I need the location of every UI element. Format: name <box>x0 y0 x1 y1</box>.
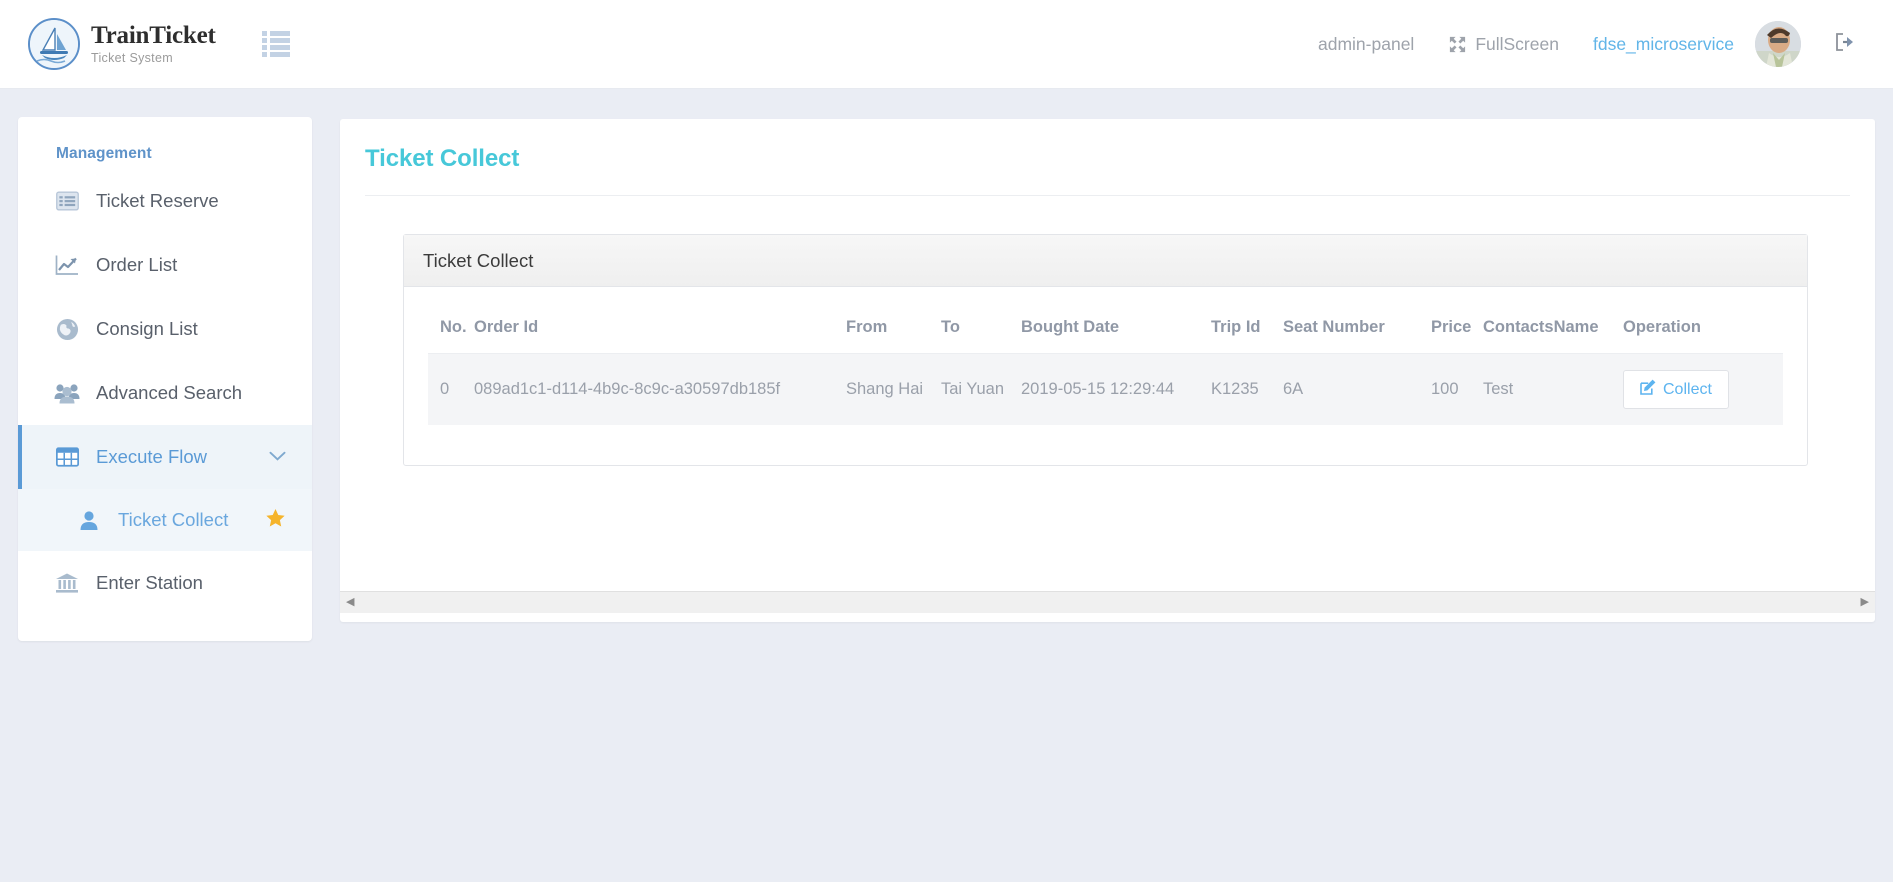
sidebar-item-ticket-reserve[interactable]: Ticket Reserve <box>18 169 312 233</box>
username-label: fdse_microservice <box>1592 33 1734 54</box>
logout-button[interactable] <box>1811 31 1867 58</box>
fullscreen-button[interactable]: FullScreen <box>1431 34 1576 55</box>
column-header-seat-number: Seat Number <box>1283 318 1385 336</box>
sidebar-item-label: Execute Flow <box>96 446 208 467</box>
cell-contacts-name: Test <box>1483 353 1623 425</box>
chevron-down-icon[interactable] <box>269 450 286 465</box>
cell-from: Shang Hai <box>846 353 941 425</box>
column-header-to: To <box>941 318 960 336</box>
cell-operation: Collect <box>1623 353 1783 425</box>
bank-icon <box>52 570 82 596</box>
sidebar-item-advanced-search[interactable]: Advanced Search <box>18 361 312 425</box>
sidebar-item-ticket-collect[interactable]: Ticket Collect <box>18 489 312 551</box>
column-header-price: Price <box>1431 318 1472 336</box>
column-header-order-id: Order Id <box>474 318 539 336</box>
scroll-left-arrow-icon[interactable]: ◀ <box>346 597 354 608</box>
page-title: Ticket Collect <box>365 145 520 172</box>
brand-text: TrainTicket Ticket System <box>91 23 216 65</box>
sidebar-item-order-list[interactable]: Order List <box>18 233 312 297</box>
panel-header: Ticket Collect <box>404 235 1807 287</box>
admin-panel-link[interactable]: admin-panel <box>1301 34 1431 55</box>
expand-arrows-icon <box>1448 35 1467 54</box>
sidebar-item-enter-station[interactable]: Enter Station <box>18 551 312 615</box>
cell-bought-date: 2019-05-15 12:29:44 <box>1021 353 1211 425</box>
column-header-from: From <box>846 318 888 336</box>
column-header-operation: Operation <box>1623 318 1701 336</box>
top-header-bar: TrainTicket Ticket System admin-panel Fu… <box>0 0 1893 89</box>
users-icon <box>52 380 82 406</box>
sign-out-icon <box>1833 31 1855 58</box>
globe-icon <box>52 316 82 342</box>
sidebar-item-label: Enter Station <box>96 572 203 593</box>
sidebar-section-title: Management <box>56 145 152 162</box>
cell-no: 0 <box>428 353 474 425</box>
cell-order-id: 089ad1c1-d114-4b9c-8c9c-a30597db185f <box>474 353 846 425</box>
scroll-right-arrow-icon[interactable]: ▶ <box>1861 597 1869 608</box>
panel-body: No. Order Id From To Bought Date Trip Id… <box>404 287 1807 465</box>
table-row[interactable]: 0 089ad1c1-d114-4b9c-8c9c-a30597db185f S… <box>428 353 1783 425</box>
collect-button-label: Collect <box>1663 380 1712 398</box>
fullscreen-label: FullScreen <box>1475 33 1559 54</box>
sidebar-item-consign-list[interactable]: Consign List <box>18 297 312 361</box>
ticket-collect-table: No. Order Id From To Bought Date Trip Id… <box>428 308 1783 425</box>
sidebar-item-label: Order List <box>96 254 178 275</box>
list-alt-icon <box>52 188 82 214</box>
brand-subtitle: Ticket System <box>91 51 173 66</box>
username-link[interactable]: fdse_microservice <box>1576 34 1751 55</box>
sidebar-item-label: Consign List <box>96 318 198 339</box>
panel-title: Ticket Collect <box>423 249 534 271</box>
cell-seat-number: 6A <box>1283 353 1431 425</box>
list-menu-icon[interactable] <box>261 31 290 57</box>
avatar[interactable] <box>1755 21 1801 67</box>
cell-trip-id: K1235 <box>1211 353 1283 425</box>
column-header-contacts-name: ContactsName <box>1483 318 1599 336</box>
collect-button[interactable]: Collect <box>1623 370 1729 409</box>
sidebar: Management Ticket Reserve Order List Con… <box>18 117 312 641</box>
cell-to: Tai Yuan <box>941 353 1021 425</box>
sidebar-item-label: Ticket Reserve <box>96 190 219 211</box>
column-header-bought-date: Bought Date <box>1021 318 1120 336</box>
user-icon <box>74 507 104 533</box>
cell-price: 100 <box>1431 353 1483 425</box>
header-nav: admin-panel FullScreen fdse_microservice <box>1301 21 1867 67</box>
line-chart-icon <box>52 252 82 278</box>
column-header-no: No. <box>440 318 467 336</box>
sidebar-item-label: Ticket Collect <box>118 509 229 530</box>
column-header-trip-id: Trip Id <box>1211 318 1261 336</box>
horizontal-scrollbar[interactable]: ◀ ▶ <box>340 591 1875 613</box>
main-content-card: Ticket Collect Ticket Collect No. Order … <box>340 119 1875 622</box>
brand-title: TrainTicket <box>91 22 216 50</box>
sailboat-icon <box>28 18 80 70</box>
brand-logo-area[interactable]: TrainTicket Ticket System <box>28 18 216 70</box>
table-grid-icon <box>52 444 82 470</box>
edit-square-icon <box>1640 379 1656 400</box>
sidebar-item-execute-flow[interactable]: Execute Flow <box>18 425 312 489</box>
sidebar-item-label: Advanced Search <box>96 382 243 403</box>
ticket-collect-panel: Ticket Collect No. Order Id From To Boug… <box>403 234 1808 466</box>
star-icon[interactable] <box>265 508 286 532</box>
table-header-row: No. Order Id From To Bought Date Trip Id… <box>428 308 1783 354</box>
title-divider <box>365 195 1850 196</box>
admin-panel-label: admin-panel <box>1318 33 1415 54</box>
